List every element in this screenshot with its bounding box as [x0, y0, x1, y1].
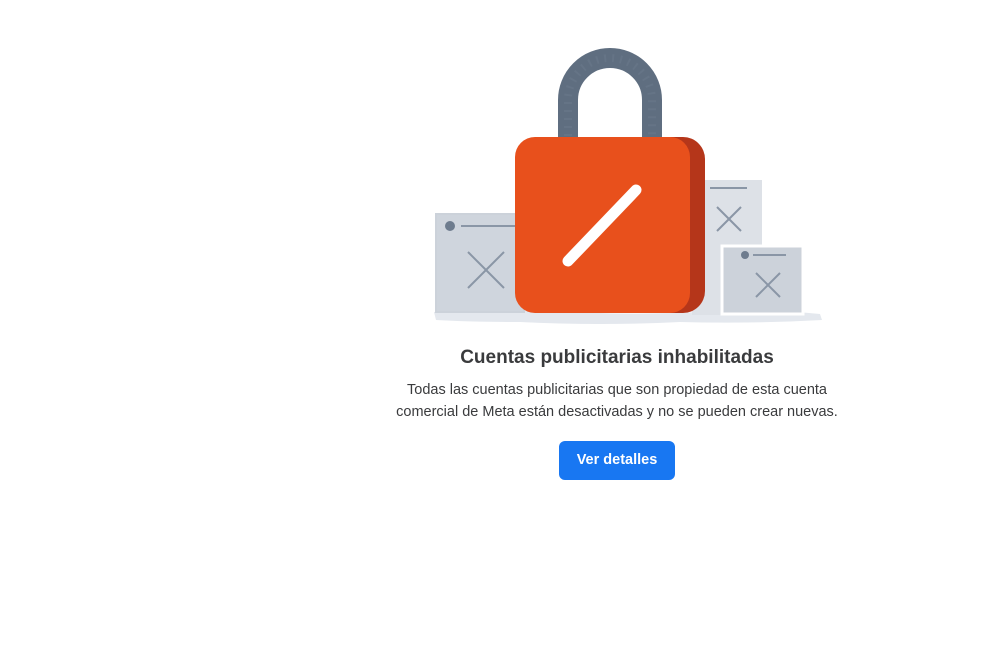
- view-details-button[interactable]: Ver detalles: [558, 441, 676, 480]
- empty-state-title: Cuentas publicitarias inhabilitadas: [460, 347, 774, 368]
- lock-shackle-icon: [558, 48, 662, 144]
- disabled-accounts-illustration: [420, 40, 840, 340]
- empty-state-description: Todas las cuentas publicitarias que son …: [396, 382, 838, 420]
- page: Cuentas publicitarias inhabilitadas Toda…: [0, 0, 998, 666]
- front-right-card-icon: [720, 244, 805, 316]
- left-card-icon: [435, 213, 525, 313]
- lock-illustration-icon: [434, 48, 822, 324]
- empty-state: Cuentas publicitarias inhabilitadas Toda…: [367, 345, 867, 480]
